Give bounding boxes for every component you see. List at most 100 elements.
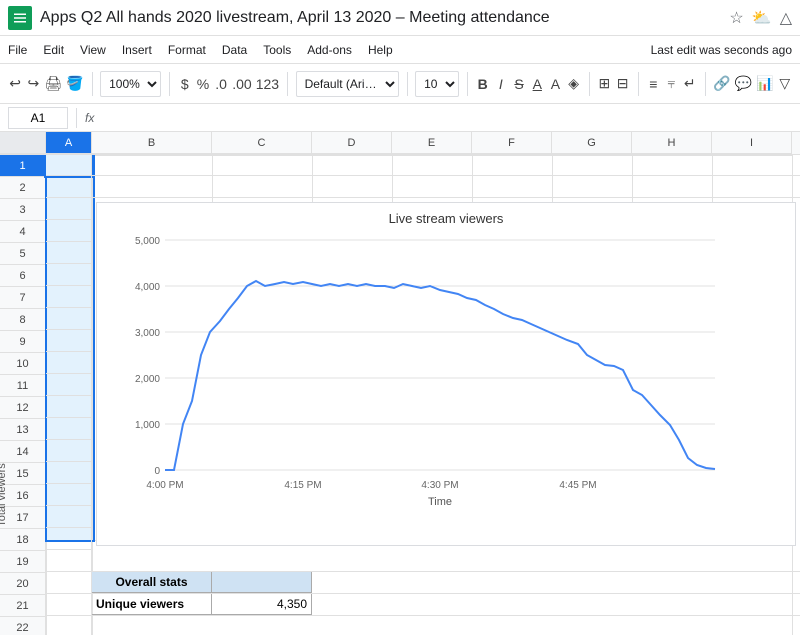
valign-button[interactable]: ⫧ bbox=[664, 70, 678, 98]
cell-a8[interactable] bbox=[46, 308, 91, 330]
row-header-21[interactable]: 21 bbox=[0, 595, 46, 617]
currency-button[interactable]: $ bbox=[178, 70, 192, 98]
cell-a2[interactable] bbox=[46, 176, 92, 198]
font-size-select[interactable]: 10 bbox=[415, 71, 459, 97]
row-header-13[interactable]: 13 bbox=[0, 419, 46, 441]
cell-a17[interactable] bbox=[46, 506, 91, 528]
merge-button[interactable]: ⊟ bbox=[615, 70, 629, 98]
menu-help[interactable]: Help bbox=[368, 43, 393, 57]
col-header-A[interactable]: A bbox=[46, 132, 92, 154]
cell-a3[interactable] bbox=[46, 198, 91, 220]
cell-a9[interactable] bbox=[46, 330, 91, 352]
print-button[interactable]: 🖨 bbox=[44, 70, 62, 98]
row-header-1[interactable]: 1 bbox=[0, 155, 46, 177]
row-header-4[interactable]: 4 bbox=[0, 221, 46, 243]
halign-button[interactable]: ≡ bbox=[646, 70, 660, 98]
cell-a5[interactable] bbox=[46, 242, 91, 264]
font-select[interactable]: Default (Ari… bbox=[296, 71, 399, 97]
menu-edit[interactable]: Edit bbox=[43, 43, 64, 57]
row-header-12[interactable]: 12 bbox=[0, 397, 46, 419]
row-header-14[interactable]: 14 bbox=[0, 441, 46, 463]
cell-reference-input[interactable] bbox=[8, 107, 68, 129]
percent-button[interactable]: % bbox=[196, 70, 210, 98]
col-header-I[interactable]: I bbox=[712, 132, 792, 154]
col-header-E[interactable]: E bbox=[392, 132, 472, 154]
row-header-9[interactable]: 9 bbox=[0, 331, 46, 353]
corner-cell bbox=[0, 132, 46, 154]
col-header-G[interactable]: G bbox=[552, 132, 632, 154]
zoom-select[interactable]: 100% bbox=[100, 71, 161, 97]
row-header-18[interactable]: 18 bbox=[0, 529, 46, 551]
row-header-11[interactable]: 11 bbox=[0, 375, 46, 397]
col-header-C[interactable]: C bbox=[212, 132, 312, 154]
menu-tools[interactable]: Tools bbox=[263, 43, 291, 57]
undo-button[interactable]: ↩ bbox=[8, 70, 22, 98]
cell-b21-unique-label[interactable]: Unique viewers bbox=[92, 594, 212, 615]
paint-format-button[interactable]: 🪣 bbox=[66, 70, 83, 98]
cell-a20[interactable] bbox=[46, 572, 92, 593]
cell-b20-overall-header[interactable]: Overall stats bbox=[92, 572, 212, 593]
fill-color-button[interactable]: ◈ bbox=[567, 70, 581, 98]
row-header-10[interactable]: 10 bbox=[0, 353, 46, 375]
chart-button[interactable]: 📊 bbox=[756, 70, 773, 98]
cell-a7[interactable] bbox=[46, 286, 91, 308]
row-header-8[interactable]: 8 bbox=[0, 309, 46, 331]
menu-view[interactable]: View bbox=[80, 43, 106, 57]
col-header-D[interactable]: D bbox=[312, 132, 392, 154]
toolbar-sep-4 bbox=[407, 72, 408, 96]
col-header-F[interactable]: F bbox=[472, 132, 552, 154]
menu-addons[interactable]: Add-ons bbox=[307, 43, 352, 57]
col-header-H[interactable]: H bbox=[632, 132, 712, 154]
filter-button[interactable]: ▽ bbox=[778, 70, 792, 98]
grid-area[interactable]: A B C D E F G H I 1 2 3 4 5 6 7 8 9 10 bbox=[0, 132, 800, 635]
star-icon[interactable]: ☆ bbox=[729, 8, 743, 28]
menu-insert[interactable]: Insert bbox=[122, 43, 152, 57]
wrap-button[interactable]: ↵ bbox=[683, 70, 697, 98]
cell-a16[interactable] bbox=[46, 484, 91, 506]
format-123[interactable]: 123 bbox=[256, 70, 279, 98]
svg-text:5,000: 5,000 bbox=[135, 236, 160, 247]
row-header-2[interactable]: 2 bbox=[0, 177, 46, 199]
cell-a22[interactable] bbox=[46, 616, 92, 635]
decimal-button[interactable]: .0 bbox=[214, 70, 228, 98]
cell-a4[interactable] bbox=[46, 220, 91, 242]
chart-row-borders: Live stream viewers Total viewers bbox=[46, 198, 800, 550]
row-header-5[interactable]: 5 bbox=[0, 243, 46, 265]
cell-a10[interactable] bbox=[46, 352, 91, 374]
comment-button[interactable]: 💬 bbox=[735, 70, 752, 98]
row-header-22[interactable]: 22 bbox=[0, 617, 46, 635]
cell-a19[interactable] bbox=[46, 550, 92, 571]
row-header-20[interactable]: 20 bbox=[0, 573, 46, 595]
menu-format[interactable]: Format bbox=[168, 43, 206, 57]
cell-a11[interactable] bbox=[46, 374, 91, 396]
menu-file[interactable]: File bbox=[8, 43, 27, 57]
cell-a14[interactable] bbox=[46, 440, 91, 462]
strikethrough-button[interactable]: S bbox=[512, 70, 526, 98]
cell-c20[interactable] bbox=[212, 572, 312, 593]
cell-a12[interactable] bbox=[46, 396, 91, 418]
menu-bar: File Edit View Insert Format Data Tools … bbox=[0, 36, 800, 64]
bold-button[interactable]: B bbox=[476, 70, 490, 98]
cell-a1[interactable] bbox=[46, 154, 92, 176]
row-header-3[interactable]: 3 bbox=[0, 199, 46, 221]
underline-button[interactable]: A bbox=[530, 70, 544, 98]
row-header-19[interactable]: 19 bbox=[0, 551, 46, 573]
cell-a15[interactable] bbox=[46, 462, 91, 484]
formula-input[interactable] bbox=[102, 107, 792, 129]
menu-data[interactable]: Data bbox=[222, 43, 247, 57]
cell-a21[interactable] bbox=[46, 594, 92, 615]
link-button[interactable]: 🔗 bbox=[713, 70, 730, 98]
row-header-6[interactable]: 6 bbox=[0, 265, 46, 287]
row-header-7[interactable]: 7 bbox=[0, 287, 46, 309]
redo-button[interactable]: ↪ bbox=[26, 70, 40, 98]
text-color-button[interactable]: A bbox=[548, 70, 562, 98]
cell-c21-unique-value[interactable]: 4,350 bbox=[212, 594, 312, 615]
borders-button[interactable]: ⊞ bbox=[597, 70, 611, 98]
col-header-B[interactable]: B bbox=[92, 132, 212, 154]
cell-a6[interactable] bbox=[46, 264, 91, 286]
cell-a18[interactable] bbox=[46, 528, 91, 550]
italic-button[interactable]: I bbox=[494, 70, 508, 98]
cell-a13[interactable] bbox=[46, 418, 91, 440]
decimal2-button[interactable]: .00 bbox=[232, 70, 251, 98]
svg-text:Time: Time bbox=[428, 496, 452, 508]
